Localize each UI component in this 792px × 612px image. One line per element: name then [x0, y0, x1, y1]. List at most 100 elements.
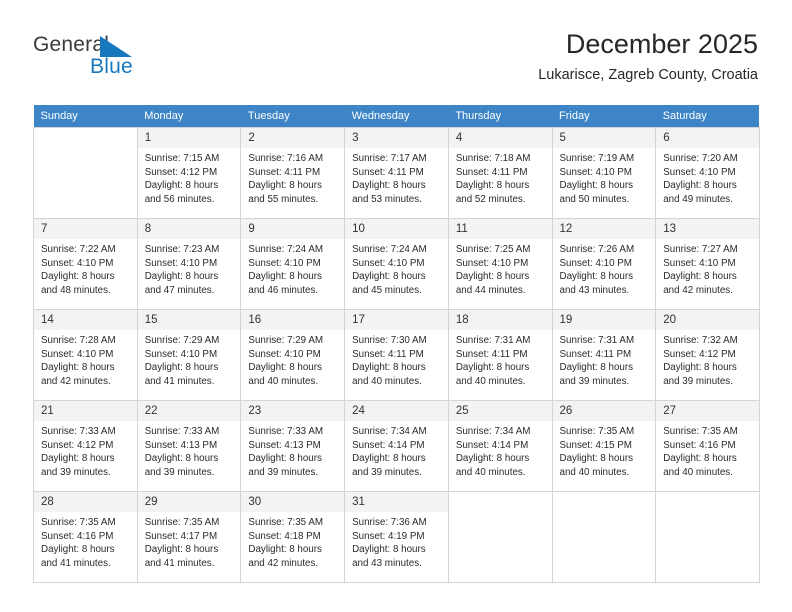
calendar-day-cell[interactable]: 24 Sunrise: 7:34 AM Sunset: 4:14 PM Dayligh… [344, 400, 449, 492]
day-detail-line: and 43 minutes. [559, 284, 630, 296]
calendar-day-cell[interactable]: 20 Sunrise: 7:32 AM Sunset: 4:12 PM Dayligh… [655, 309, 760, 401]
calendar-day-cell[interactable]: 10 Sunrise: 7:24 AM Sunset: 4:10 PM Dayligh… [344, 218, 449, 310]
day-detail-line: Daylight: 8 hours [248, 453, 322, 465]
day-detail-line: Sunset: 4:14 PM [352, 439, 425, 451]
day-detail-block: Sunrise: 7:35 AM Sunset: 4:17 PM Daylight:… [138, 512, 241, 570]
day-detail-line: Daylight: 8 hours [248, 271, 322, 283]
day-detail-line: Sunset: 4:19 PM [352, 530, 425, 542]
day-detail-line: Sunset: 4:10 PM [41, 348, 114, 360]
calendar-day-cell[interactable]: 3 Sunrise: 7:17 AM Sunset: 4:11 PM Daylight… [344, 127, 449, 219]
calendar-day-cell[interactable]: 11 Sunrise: 7:25 AM Sunset: 4:10 PM Dayligh… [447, 218, 553, 310]
day-detail-line: Sunrise: 7:34 AM [352, 426, 427, 437]
calendar-day-cell[interactable]: 6 Sunrise: 7:20 AM Sunset: 4:10 PM Daylight… [655, 127, 760, 219]
day-number: 21 [34, 401, 137, 421]
calendar-day-cell[interactable]: 26 Sunrise: 7:35 AM Sunset: 4:15 PM Dayligh… [551, 400, 657, 492]
day-detail-block: Sunrise: 7:24 AM Sunset: 4:10 PM Daylight:… [345, 239, 448, 297]
day-number: 28 [34, 492, 137, 512]
calendar-day-cell[interactable]: 18 Sunrise: 7:31 AM Sunset: 4:11 PM Dayligh… [447, 309, 553, 401]
day-detail-line: Daylight: 8 hours [455, 362, 530, 374]
page-subtitle: Lukarisce, Zagreb County, Croatia [538, 67, 758, 83]
day-detail-line: Daylight: 8 hours [352, 453, 426, 465]
day-detail-block: Sunrise: 7:35 AM Sunset: 4:18 PM Daylight:… [241, 512, 344, 570]
day-detail-block: Sunrise: 7:31 AM Sunset: 4:11 PM Daylight:… [449, 330, 552, 388]
day-detail-line: Sunrise: 7:19 AM [559, 153, 635, 164]
calendar-day-cell[interactable]: 23 Sunrise: 7:33 AM Sunset: 4:13 PM Dayligh… [240, 400, 346, 492]
calendar-day-cell[interactable]: 29 Sunrise: 7:35 AM Sunset: 4:17 PM Dayligh… [136, 491, 242, 583]
calendar-day-cell[interactable]: 8 Sunrise: 7:23 AM Sunset: 4:10 PM Daylight… [136, 218, 242, 310]
day-detail-line: Sunrise: 7:34 AM [455, 426, 531, 437]
weekday-header-sunday: Sunday [33, 105, 138, 128]
day-detail-line: Sunrise: 7:29 AM [144, 335, 220, 346]
day-detail-line: Sunrise: 7:35 AM [41, 517, 116, 528]
day-detail-line: and 45 minutes. [352, 284, 422, 296]
calendar-day-cell[interactable]: 27 Sunrise: 7:35 AM Sunset: 4:16 PM Dayligh… [655, 400, 760, 492]
day-number: 8 [137, 219, 241, 239]
calendar-page: General Blue December 2025 Lukarisce, Za… [0, 0, 792, 612]
day-detail-line: and 53 minutes. [352, 193, 422, 205]
calendar-day-cell[interactable]: 25 Sunrise: 7:34 AM Sunset: 4:14 PM Dayligh… [447, 400, 553, 492]
day-number: 27 [656, 401, 759, 421]
day-detail-block: Sunrise: 7:33 AM Sunset: 4:13 PM Daylight:… [138, 421, 241, 479]
day-detail-line: and 52 minutes. [455, 193, 526, 205]
day-detail-line: Daylight: 8 hours [559, 362, 634, 374]
calendar-week-row: 21 Sunrise: 7:33 AM Sunset: 4:12 PM Dayligh… [33, 400, 760, 492]
weekday-header-wednesday: Wednesday [344, 105, 449, 128]
day-detail-line: Sunrise: 7:33 AM [248, 426, 324, 437]
day-detail-block: Sunrise: 7:29 AM Sunset: 4:10 PM Daylight:… [241, 330, 344, 388]
day-detail-block: Sunrise: 7:16 AM Sunset: 4:11 PM Daylight:… [241, 148, 344, 206]
day-number: 22 [137, 401, 241, 421]
day-detail-line: and 42 minutes. [41, 375, 111, 387]
calendar-day-cell[interactable]: 28 Sunrise: 7:35 AM Sunset: 4:16 PM Dayligh… [33, 491, 138, 583]
calendar-body: 1 Sunrise: 7:15 AM Sunset: 4:12 PM Daylight… [33, 127, 760, 583]
day-number: 26 [552, 401, 656, 421]
day-detail-line: and 40 minutes. [663, 466, 733, 478]
day-detail-block: Sunrise: 7:26 AM Sunset: 4:10 PM Daylight:… [553, 239, 656, 297]
calendar-day-cell[interactable]: 2 Sunrise: 7:16 AM Sunset: 4:11 PM Daylight… [240, 127, 346, 219]
day-detail-line: Daylight: 8 hours [144, 453, 219, 465]
day-detail-block: Sunrise: 7:35 AM Sunset: 4:16 PM Daylight:… [34, 512, 137, 570]
calendar-day-cell[interactable]: 16 Sunrise: 7:29 AM Sunset: 4:10 PM Dayligh… [240, 309, 346, 401]
calendar-day-cell[interactable]: 30 Sunrise: 7:35 AM Sunset: 4:18 PM Dayligh… [240, 491, 346, 583]
day-number: 1 [137, 128, 241, 148]
day-detail-line: Sunrise: 7:32 AM [663, 335, 738, 346]
day-detail-line: Daylight: 8 hours [352, 544, 426, 556]
day-detail-line: and 56 minutes. [144, 193, 215, 205]
calendar-day-cell[interactable]: 17 Sunrise: 7:30 AM Sunset: 4:11 PM Dayligh… [344, 309, 449, 401]
calendar-day-cell-empty [551, 491, 657, 583]
calendar-day-cell[interactable]: 7 Sunrise: 7:22 AM Sunset: 4:10 PM Daylight… [33, 218, 138, 310]
calendar-day-cell[interactable]: 12 Sunrise: 7:26 AM Sunset: 4:10 PM Dayligh… [551, 218, 657, 310]
calendar-day-cell[interactable]: 15 Sunrise: 7:29 AM Sunset: 4:10 PM Dayligh… [136, 309, 242, 401]
day-detail-line: Sunset: 4:10 PM [559, 257, 632, 269]
day-detail-line: and 55 minutes. [248, 193, 319, 205]
calendar-day-cell[interactable]: 9 Sunrise: 7:24 AM Sunset: 4:10 PM Daylight… [240, 218, 346, 310]
calendar-day-cell[interactable]: 1 Sunrise: 7:15 AM Sunset: 4:12 PM Daylight… [136, 127, 242, 219]
generalblue-logo[interactable]: General Blue [33, 33, 213, 83]
day-detail-line: Sunset: 4:11 PM [559, 348, 632, 360]
calendar-day-cell[interactable]: 22 Sunrise: 7:33 AM Sunset: 4:13 PM Dayligh… [136, 400, 242, 492]
calendar-day-cell[interactable]: 13 Sunrise: 7:27 AM Sunset: 4:10 PM Dayligh… [655, 218, 760, 310]
calendar-day-cell[interactable]: 19 Sunrise: 7:31 AM Sunset: 4:11 PM Dayligh… [551, 309, 657, 401]
day-detail-block: Sunrise: 7:25 AM Sunset: 4:10 PM Daylight:… [449, 239, 552, 297]
day-number: 4 [448, 128, 552, 148]
day-detail-line: Sunrise: 7:18 AM [455, 153, 531, 164]
calendar-day-cell[interactable]: 4 Sunrise: 7:18 AM Sunset: 4:11 PM Daylight… [447, 127, 553, 219]
weekday-header-row: Sunday Monday Tuesday Wednesday Thursday… [33, 105, 760, 128]
day-detail-line: and 47 minutes. [144, 284, 215, 296]
day-detail-line: and 40 minutes. [455, 375, 526, 387]
calendar-day-cell[interactable]: 5 Sunrise: 7:19 AM Sunset: 4:10 PM Daylight… [551, 127, 657, 219]
title-block: December 2025 Lukarisce, Zagreb County, … [538, 28, 758, 84]
day-detail-line: Sunrise: 7:35 AM [144, 517, 220, 528]
day-detail-block: Sunrise: 7:32 AM Sunset: 4:12 PM Daylight:… [656, 330, 759, 388]
calendar-day-cell[interactable]: 21 Sunrise: 7:33 AM Sunset: 4:12 PM Dayligh… [33, 400, 138, 492]
day-detail-line: Daylight: 8 hours [352, 271, 426, 283]
day-detail-line: Sunset: 4:11 PM [352, 348, 424, 360]
day-detail-line: Sunrise: 7:35 AM [248, 517, 324, 528]
day-detail-line: Sunrise: 7:24 AM [248, 244, 324, 255]
day-number: 2 [241, 128, 345, 148]
day-detail-line: Sunrise: 7:22 AM [41, 244, 116, 255]
day-detail-line: Sunset: 4:11 PM [352, 166, 424, 178]
calendar-day-cell[interactable]: 14 Sunrise: 7:28 AM Sunset: 4:10 PM Dayligh… [33, 309, 138, 401]
day-detail-line: Daylight: 8 hours [663, 180, 737, 192]
calendar-day-cell[interactable]: 31 Sunrise: 7:36 AM Sunset: 4:19 PM Dayligh… [344, 491, 449, 583]
day-detail-line: Sunrise: 7:30 AM [352, 335, 427, 346]
